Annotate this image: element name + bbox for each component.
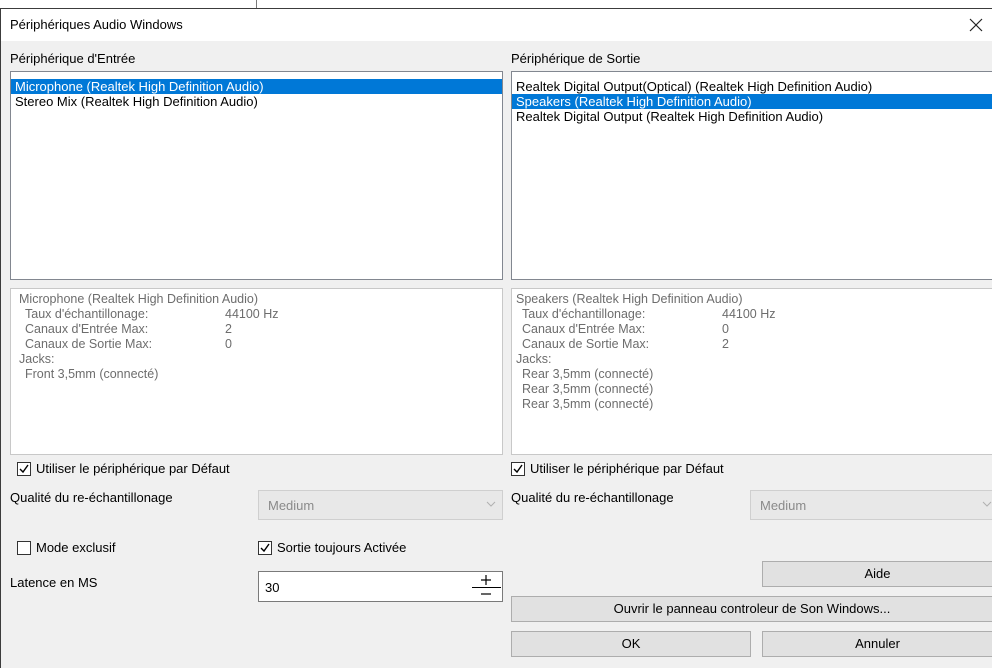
latency-value: 30: [265, 580, 280, 595]
input-use-default-checkbox[interactable]: [17, 462, 31, 476]
input-info-rate: Taux d'échantillonage: 44100 Hz: [25, 307, 279, 321]
chevron-down-icon: [982, 501, 992, 507]
checkmark-icon: [19, 464, 29, 474]
output-device-item[interactable]: Speakers (Realtek High Definition Audio): [512, 94, 992, 109]
input-info-max-out: Canaux de Sortie Max: 0: [25, 337, 232, 351]
input-device-info: Microphone (Realtek High Definition Audi…: [10, 288, 503, 455]
output-quality-label: Qualité du re-échantillonage: [511, 490, 674, 505]
output-device-item[interactable]: Realtek Digital Output (Realtek High Def…: [512, 109, 992, 124]
open-sound-panel-button[interactable]: Ouvrir le panneau controleur de Son Wind…: [511, 596, 992, 622]
output-info-device: Speakers (Realtek High Definition Audio): [516, 292, 743, 306]
exclusive-mode-label: Mode exclusif: [36, 540, 116, 555]
input-device-list[interactable]: Microphone (Realtek High Definition Audi…: [10, 71, 503, 280]
window-title: Périphériques Audio Windows: [10, 17, 183, 32]
input-device-heading: Périphérique d'Entrée: [10, 51, 136, 66]
output-device-info: Speakers (Realtek High Definition Audio)…: [511, 288, 992, 455]
output-use-default-checkbox[interactable]: [511, 462, 525, 476]
help-button[interactable]: Aide: [762, 561, 992, 587]
input-info-jacks-label: Jacks:: [19, 352, 55, 366]
input-device-item[interactable]: Stereo Mix (Realtek High Definition Audi…: [11, 94, 502, 109]
latency-label: Latence en MS: [10, 575, 98, 590]
output-info-max-in: Canaux d'Entrée Max: 0: [522, 322, 729, 336]
input-quality-label: Qualité du re-échantillonage: [10, 490, 173, 505]
input-info-jack: Front 3,5mm (connecté): [25, 367, 159, 381]
output-use-default-label: Utiliser le périphérique par Défaut: [530, 461, 724, 476]
always-on-checkbox[interactable]: [258, 541, 272, 555]
always-on-label: Sortie toujours Activée: [277, 540, 407, 555]
plus-icon: [481, 575, 491, 585]
output-quality-value: Medium: [760, 498, 807, 513]
latency-decrement-button[interactable]: [472, 588, 501, 601]
input-quality-value: Medium: [268, 498, 315, 513]
input-use-default-label: Utiliser le périphérique par Défaut: [36, 461, 230, 476]
output-device-item[interactable]: Realtek Digital Output(Optical) (Realtek…: [512, 79, 992, 94]
ok-button[interactable]: OK: [511, 631, 751, 657]
output-info-max-out: Canaux de Sortie Max: 2: [522, 337, 729, 351]
input-info-device: Microphone (Realtek High Definition Audi…: [19, 292, 259, 306]
input-info-max-in: Canaux d'Entrée Max: 2: [25, 322, 232, 336]
exclusive-mode-checkbox[interactable]: [17, 541, 31, 555]
output-device-heading: Périphérique de Sortie: [511, 51, 641, 66]
output-info-jack: Rear 3,5mm (connecté): [522, 367, 654, 381]
close-icon: [969, 18, 983, 32]
open-sound-panel-label: Ouvrir le panneau controleur de Son Wind…: [613, 601, 891, 616]
chevron-down-icon: [486, 501, 496, 507]
minus-icon: [481, 593, 491, 595]
output-device-list[interactable]: Realtek Digital Output(Optical) (Realtek…: [511, 71, 992, 280]
cancel-button[interactable]: Annuler: [762, 631, 992, 657]
help-button-label: Aide: [864, 566, 891, 581]
input-quality-select[interactable]: Medium: [258, 490, 503, 520]
output-info-jack: Rear 3,5mm (connecté): [522, 382, 654, 396]
output-info-jacks-label: Jacks:: [516, 352, 552, 366]
checkmark-icon: [513, 464, 523, 474]
checkmark-icon: [260, 543, 270, 553]
ok-button-label: OK: [621, 636, 641, 651]
close-button[interactable]: [962, 12, 990, 38]
output-quality-select[interactable]: Medium: [750, 490, 992, 520]
latency-input[interactable]: 30: [258, 571, 503, 602]
latency-increment-button[interactable]: [472, 573, 501, 588]
cancel-button-label: Annuler: [855, 636, 900, 651]
output-info-jack: Rear 3,5mm (connecté): [522, 397, 654, 411]
input-device-item[interactable]: Microphone (Realtek High Definition Audi…: [11, 79, 502, 94]
output-info-rate: Taux d'échantillonage: 44100 Hz: [522, 307, 776, 321]
